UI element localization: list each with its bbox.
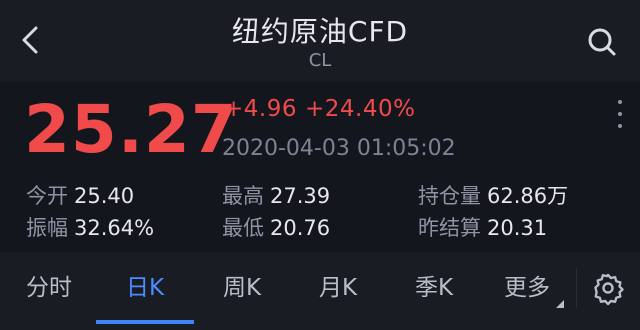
more-vertical-icon xyxy=(618,100,622,104)
header-bar: 纽约原油CFD CL xyxy=(0,0,640,82)
active-tab-indicator xyxy=(96,320,194,324)
symbol-code: CL xyxy=(308,50,332,71)
chart-settings-button[interactable] xyxy=(590,270,626,306)
gear-icon xyxy=(594,273,624,306)
more-menu-button[interactable] xyxy=(612,100,628,134)
stat-high: 最高 27.39 xyxy=(222,184,331,208)
tab-weekly-k[interactable]: 周K xyxy=(196,252,288,324)
price-change: +4.96 +24.40% xyxy=(224,96,415,122)
dropdown-corner-icon xyxy=(556,300,564,308)
page-title: 纽约原油CFD xyxy=(231,15,409,48)
last-price: 25.27 xyxy=(24,91,238,168)
search-icon xyxy=(588,28,616,56)
quote-timestamp: 2020-04-03 01:05:02 xyxy=(222,136,456,161)
stat-open: 今开 25.40 xyxy=(26,184,135,208)
tab-daily-k[interactable]: 日K xyxy=(96,252,194,324)
stat-amplitude: 振幅 32.64% xyxy=(26,216,155,240)
stat-prev-settle: 昨结算 20.31 xyxy=(418,216,548,240)
tab-monthly-k[interactable]: 月K xyxy=(290,252,386,324)
change-amount: +4.96 xyxy=(224,96,297,122)
chart-period-tabs: 分时 日K 周K 月K 季K 更多 xyxy=(0,252,640,330)
tab-quarterly-k[interactable]: 季K xyxy=(386,252,482,324)
quote-screen: 纽约原油CFD CL 25.27 +4.96 +24.40% 2020-04-03… xyxy=(0,0,640,330)
change-percent: +24.40% xyxy=(304,96,416,122)
stat-low: 最低 20.76 xyxy=(222,216,331,240)
tab-intraday[interactable]: 分时 xyxy=(6,252,92,324)
stat-open-interest: 持仓量 62.86万 xyxy=(418,184,569,208)
quote-panel: 25.27 +4.96 +24.40% 2020-04-03 01:05:02 今… xyxy=(0,86,640,244)
divider xyxy=(576,268,577,308)
search-button[interactable] xyxy=(582,22,622,62)
tab-more[interactable]: 更多 xyxy=(484,252,570,324)
